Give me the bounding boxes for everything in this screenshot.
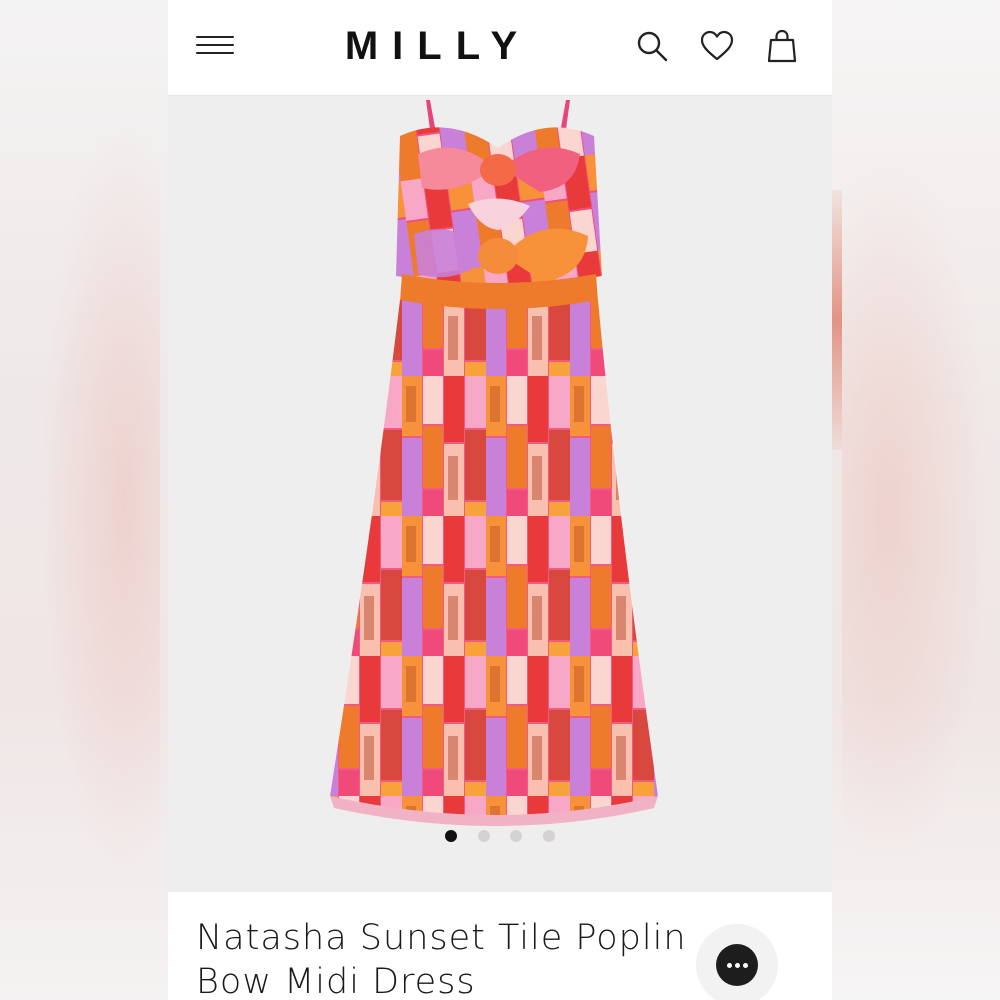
backdrop-right — [832, 0, 1000, 1000]
gallery-pagination — [168, 829, 832, 845]
site-header: MILLY — [168, 0, 832, 96]
menu-icon[interactable] — [192, 28, 238, 64]
search-icon[interactable] — [634, 28, 670, 64]
product-info: Natasha Sunset Tile Poplin Bow Midi Dres… — [168, 892, 832, 1000]
gallery-dot-1[interactable] — [445, 830, 458, 842]
product-image[interactable] — [318, 96, 678, 836]
brand-logo[interactable]: MILLY — [318, 20, 558, 72]
gallery-dot-2[interactable] — [477, 830, 490, 842]
chat-icon[interactable] — [716, 944, 758, 986]
product-title-line1: Natasha Sunset Tile Poplin — [196, 918, 687, 958]
gallery-dot-4[interactable] — [542, 830, 555, 842]
backdrop-left — [0, 0, 168, 1000]
chat-button[interactable] — [696, 924, 778, 1000]
shopping-bag-icon[interactable] — [764, 28, 800, 64]
product-image-gallery[interactable] — [168, 96, 832, 892]
phone-screen: MILLY Natasha Sunset Tile Poplin Bow Mid… — [168, 0, 832, 1000]
heart-icon[interactable] — [699, 28, 735, 64]
product-title-line2: Bow Midi Dress — [196, 962, 476, 1000]
gallery-dot-3[interactable] — [510, 830, 523, 842]
product-title: Natasha Sunset Tile Poplin Bow Midi Dres… — [196, 916, 716, 1000]
